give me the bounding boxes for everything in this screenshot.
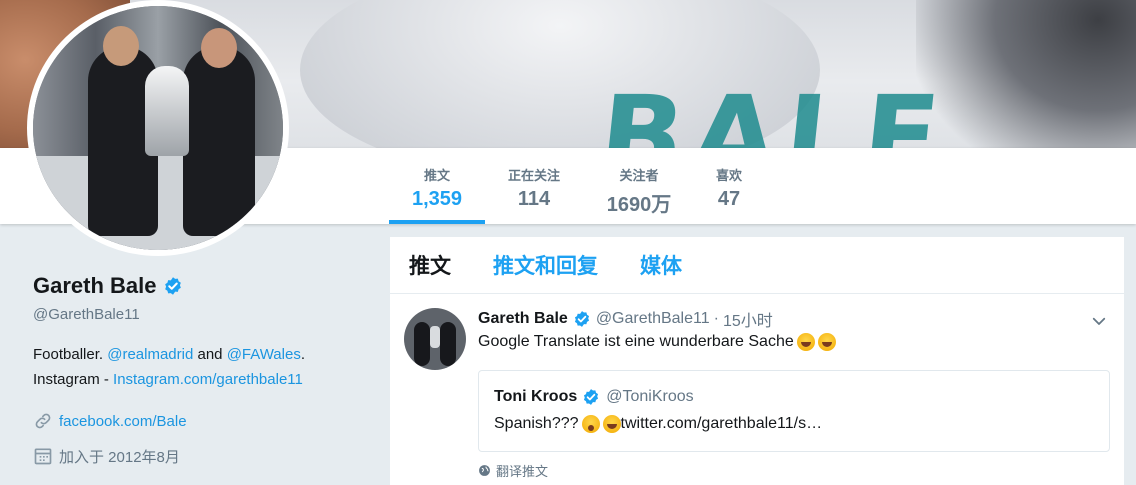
trophy-image <box>145 66 189 156</box>
laughing-emoji-icon <box>602 415 621 433</box>
quoted-tweet-text: Spanish??? twitter.com/garethbale11/s… <box>494 415 823 433</box>
profile-handle[interactable]: @GarethBale11 <box>33 306 378 323</box>
profile-bio: Footballer. @realmadrid and @FAWales. In… <box>33 346 305 388</box>
tweet-separator: · <box>713 310 719 327</box>
quoted-tweet-header: Toni Kroos @ToniKroos <box>494 388 694 406</box>
nav-stat-value: 1690万 <box>606 194 672 216</box>
verified-badge-icon <box>164 277 181 295</box>
nav-stat-followers[interactable]: 关注者 1690万 <box>596 148 682 224</box>
tweet-timestamp[interactable]: 15小时 <box>723 307 773 331</box>
quoted-author-handle: @ToniKroos <box>606 388 694 405</box>
profile-name[interactable]: Gareth Bale <box>33 273 157 299</box>
bio-link-fawales[interactable]: @FAWales <box>227 346 301 363</box>
profile-card: Gareth Bale @GarethBale11 Footballer. @r… <box>33 270 378 467</box>
nav-stat-value: 114 <box>517 188 551 210</box>
laughing-emoji-icon <box>817 333 836 351</box>
nav-stat-tweets[interactable]: 推文 1,359 <box>389 148 485 224</box>
nav-stat-label: 正在关注 <box>507 168 560 183</box>
calendar-icon <box>34 448 52 465</box>
flushed-emoji-icon <box>581 415 600 433</box>
verified-badge-icon <box>584 389 599 405</box>
bio-link-instagram[interactable]: Instagram.com/garethbale11 <box>113 371 303 388</box>
timeline: 推文 推文和回复 媒体 Gareth Bale @GarethBale11 · … <box>390 237 1124 485</box>
nav-stat-label: 关注者 <box>619 168 659 183</box>
quoted-author-name: Toni Kroos <box>494 388 578 405</box>
nav-stat-value: 47 <box>717 188 741 210</box>
chevron-down-icon[interactable] <box>1090 312 1108 330</box>
tab-media[interactable]: 媒体 <box>640 250 682 280</box>
tab-tweets-and-replies[interactable]: 推文和回复 <box>493 250 598 280</box>
tweet-header: Gareth Bale @GarethBale11 · 15小时 <box>478 308 773 330</box>
quoted-tweet[interactable]: Toni Kroos @ToniKroos Spanish??? twitter… <box>478 370 1110 452</box>
tweet[interactable]: Gareth Bale @GarethBale11 · 15小时 Google … <box>390 294 1124 485</box>
tweet-text: Google Translate ist eine wunderbare Sac… <box>478 333 836 351</box>
verified-badge-icon <box>574 311 589 327</box>
nav-stat-value: 1,359 <box>411 188 463 210</box>
profile-joined-date: 加入于 2012年8月 <box>59 448 180 466</box>
nav-stat-following[interactable]: 正在关注 114 <box>492 148 576 224</box>
link-icon <box>35 413 51 429</box>
bio-link-realmadrid[interactable]: @realmadrid <box>107 346 193 363</box>
banner-shirt-lettering: BALE <box>593 72 953 148</box>
globe-icon <box>479 465 490 476</box>
timeline-tabs: 推文 推文和回复 媒体 <box>390 237 1124 294</box>
tweet-author-name[interactable]: Gareth Bale <box>478 310 568 328</box>
tweet-author-handle[interactable]: @GarethBale11 <box>596 310 710 328</box>
profile-website-row: facebook.com/Bale <box>33 410 378 432</box>
nav-stat-likes[interactable]: 喜欢 47 <box>698 148 760 224</box>
profile-joined-row: 加入于 2012年8月 <box>33 445 378 467</box>
profile-avatar[interactable] <box>27 0 289 256</box>
nav-stat-label: 推文 <box>423 168 450 183</box>
translate-tweet-button[interactable]: 翻译推文 <box>478 461 548 480</box>
nav-stat-label: 喜欢 <box>715 168 742 183</box>
laughing-emoji-icon <box>796 333 815 351</box>
tab-tweets[interactable]: 推文 <box>409 250 451 280</box>
tweet-avatar[interactable] <box>404 308 466 370</box>
profile-website-link[interactable]: facebook.com/Bale <box>59 413 187 430</box>
